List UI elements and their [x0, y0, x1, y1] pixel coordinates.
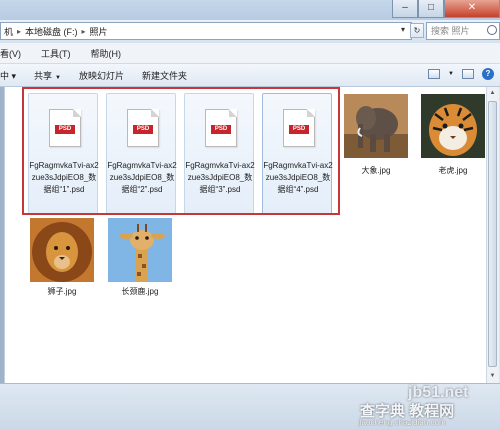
- scroll-up-arrow[interactable]: ▲: [488, 88, 497, 98]
- refresh-button[interactable]: ↻: [410, 23, 424, 38]
- minimize-button[interactable]: –: [392, 0, 418, 18]
- organize-button[interactable]: 中 ▾: [0, 69, 25, 82]
- selection-highlight-box: [22, 87, 340, 215]
- address-bar[interactable]: 机 ▸ 本地磁盘 (F:) ▸ 照片: [0, 22, 412, 40]
- breadcrumb-folder[interactable]: 照片: [87, 25, 111, 38]
- preview-pane-icon[interactable]: [462, 69, 474, 79]
- view-options-icon[interactable]: [428, 69, 441, 79]
- breadcrumb-computer[interactable]: 机: [1, 25, 16, 38]
- close-button[interactable]: ✕: [444, 0, 500, 18]
- menu-tools[interactable]: 工具(T): [31, 47, 81, 60]
- search-input[interactable]: 搜索 照片: [426, 22, 500, 40]
- command-bar: 中 ▾ 共享 ▼ 放映幻灯片 新建文件夹 ▼ ?: [0, 64, 500, 87]
- address-dropdown-button[interactable]: ▾: [396, 23, 410, 38]
- search-icon[interactable]: [487, 25, 497, 35]
- explorer-window: – □ ✕ 机 ▸ 本地磁盘 (F:) ▸ 照片 ▾ ↻ 搜索 照片 看(V) …: [0, 0, 500, 429]
- file-name: 大象.jpg: [361, 166, 391, 175]
- address-bar-row: 机 ▸ 本地磁盘 (F:) ▸ 照片 ▾ ↻ 搜索 照片: [0, 20, 500, 43]
- menu-bar: 看(V) 工具(T) 帮助(H): [0, 43, 500, 64]
- chevron-down-icon: ▼: [55, 74, 61, 81]
- vertical-scrollbar[interactable]: ▲ ▼: [486, 87, 499, 383]
- help-icon[interactable]: ?: [482, 68, 494, 80]
- file-name: 长颈鹿.jpg: [121, 287, 159, 296]
- file-name: 狮子.jpg: [47, 287, 77, 296]
- search-placeholder: 搜索 照片: [431, 26, 470, 36]
- chevron-down-icon[interactable]: ▼: [448, 71, 454, 77]
- new-folder-button[interactable]: 新建文件夹: [133, 69, 196, 82]
- scrollbar-thumb[interactable]: [488, 101, 497, 367]
- giraffe-thumbnail[interactable]: [108, 218, 172, 282]
- tiger-thumbnail[interactable]: [421, 94, 485, 158]
- share-label: 共享: [34, 70, 53, 81]
- share-button[interactable]: 共享 ▼: [25, 69, 70, 82]
- watermark-url: jiaocheng.chazidian.com: [358, 418, 446, 427]
- maximize-button[interactable]: □: [418, 0, 444, 18]
- title-bar: – □ ✕: [0, 0, 500, 20]
- view-tools: ▼ ?: [428, 68, 494, 80]
- breadcrumb-drive[interactable]: 本地磁盘 (F:): [22, 25, 81, 38]
- elephant-thumbnail[interactable]: [344, 94, 408, 158]
- lion-thumbnail[interactable]: [30, 218, 94, 282]
- scroll-down-arrow[interactable]: ▼: [488, 371, 497, 381]
- file-name: 老虎.jpg: [438, 166, 468, 175]
- menu-view[interactable]: 看(V): [0, 47, 31, 60]
- slideshow-button[interactable]: 放映幻灯片: [70, 69, 133, 82]
- menu-help[interactable]: 帮助(H): [81, 47, 132, 60]
